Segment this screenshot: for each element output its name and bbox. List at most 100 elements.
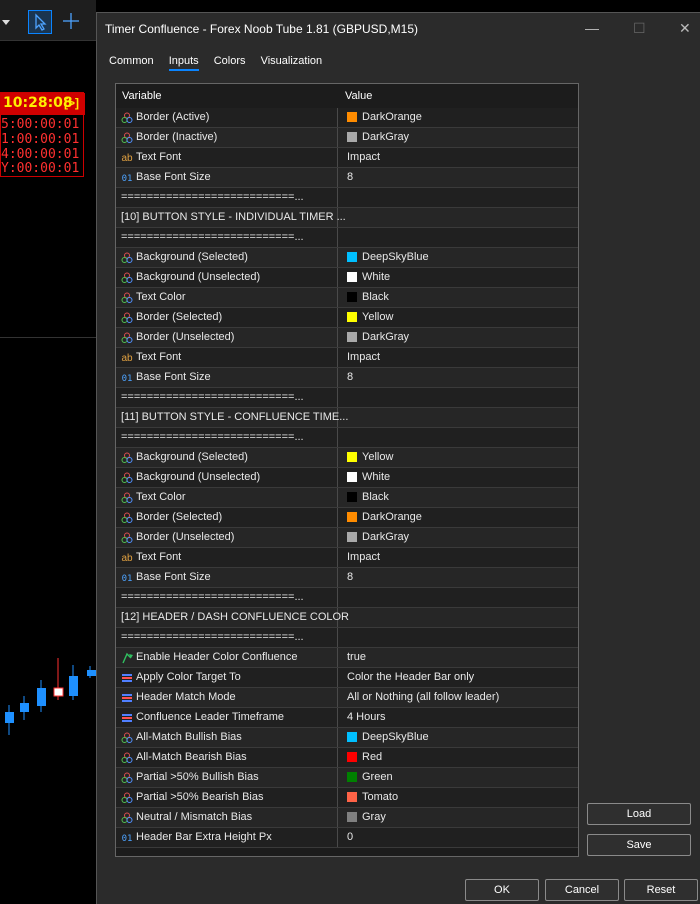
input-row[interactable]: Background (Selected) DeepSkyBlue <box>116 248 578 268</box>
value-cell[interactable]: Impact <box>343 348 573 367</box>
input-row[interactable]: ab Text Font Impact <box>116 148 578 168</box>
value-cell[interactable]: Tomato <box>343 788 573 807</box>
input-row[interactable]: 01 Base Font Size 8 <box>116 368 578 388</box>
enum-type-icon <box>121 712 133 724</box>
value-cell[interactable]: Yellow <box>343 308 573 327</box>
crosshair-tool-icon[interactable] <box>60 10 84 34</box>
value-cell[interactable] <box>343 608 573 627</box>
value-cell[interactable]: Gray <box>343 808 573 827</box>
input-row[interactable]: ab Text Font Impact <box>116 548 578 568</box>
color-swatch <box>347 732 357 742</box>
input-row[interactable]: Background (Unselected) White <box>116 268 578 288</box>
value-cell[interactable] <box>343 428 573 447</box>
input-row[interactable]: Border (Inactive) DarkGray <box>116 128 578 148</box>
variable-label: ===========================... <box>121 591 304 603</box>
chart-area[interactable]: 10:28:08 [>] 5:00:00:01 1:00:00:01 4:00:… <box>0 0 96 904</box>
input-row[interactable]: Border (Unselected) DarkGray <box>116 528 578 548</box>
value-cell[interactable]: true <box>343 648 573 667</box>
value-cell[interactable]: DarkOrange <box>343 108 573 127</box>
close-button[interactable]: ✕ <box>679 20 691 37</box>
ok-button[interactable]: OK <box>465 879 539 901</box>
dialog-titlebar[interactable]: Timer Confluence - Forex Noob Tube 1.81 … <box>97 13 700 45</box>
input-row[interactable]: 01 Header Bar Extra Height Px 0 <box>116 828 578 848</box>
value-cell[interactable]: DeepSkyBlue <box>343 248 573 267</box>
input-row[interactable]: All-Match Bullish Bias DeepSkyBlue <box>116 728 578 748</box>
input-row[interactable]: ab Text Font Impact <box>116 348 578 368</box>
minimize-button[interactable]: — <box>585 20 599 36</box>
value-cell[interactable]: DarkGray <box>343 128 573 147</box>
value-cell[interactable] <box>343 588 573 607</box>
input-row[interactable]: Partial >50% Bearish Bias Tomato <box>116 788 578 808</box>
input-row[interactable]: Enable Header Color Confluence true <box>116 648 578 668</box>
input-row[interactable]: [10] BUTTON STYLE - INDIVIDUAL TIMER ... <box>116 208 578 228</box>
value-cell[interactable]: Impact <box>343 148 573 167</box>
input-row[interactable]: ===========================... <box>116 188 578 208</box>
value-cell[interactable]: White <box>343 468 573 487</box>
input-row[interactable]: All-Match Bearish Bias Red <box>116 748 578 768</box>
value-cell[interactable] <box>343 228 573 247</box>
value-cell[interactable] <box>343 208 573 227</box>
value-cell[interactable]: Yellow <box>343 448 573 467</box>
tab-visualization[interactable]: Visualization <box>261 53 323 69</box>
input-row[interactable]: 01 Base Font Size 8 <box>116 168 578 188</box>
value-cell[interactable]: 8 <box>343 568 573 587</box>
input-row[interactable]: Text Color Black <box>116 288 578 308</box>
input-row[interactable]: 01 Base Font Size 8 <box>116 568 578 588</box>
value-cell[interactable]: Black <box>343 288 573 307</box>
input-row[interactable]: Header Match Mode All or Nothing (all fol… <box>116 688 578 708</box>
value-cell[interactable]: DarkGray <box>343 328 573 347</box>
value-cell[interactable]: Color the Header Bar only <box>343 668 573 687</box>
value-cell[interactable]: Red <box>343 748 573 767</box>
value-cell[interactable]: Impact <box>343 548 573 567</box>
value-cell[interactable]: Green <box>343 768 573 787</box>
value-cell[interactable]: All or Nothing (all follow leader) <box>343 688 573 707</box>
input-row[interactable]: Apply Color Target To Color the Header Ba… <box>116 668 578 688</box>
input-row[interactable]: ===========================... <box>116 388 578 408</box>
input-row[interactable]: Border (Selected) DarkOrange <box>116 508 578 528</box>
input-row[interactable]: ===========================... <box>116 228 578 248</box>
column-header-variable[interactable]: Variable <box>122 90 162 102</box>
tab-colors[interactable]: Colors <box>214 53 246 69</box>
value-cell[interactable] <box>343 408 573 427</box>
tab-common[interactable]: Common <box>109 53 154 69</box>
value-cell[interactable] <box>343 388 573 407</box>
input-row[interactable]: ===========================... <box>116 628 578 648</box>
value-cell[interactable]: 8 <box>343 368 573 387</box>
value-cell[interactable]: DarkGray <box>343 528 573 547</box>
input-row[interactable]: ===========================... <box>116 428 578 448</box>
dropdown-arrow-icon[interactable] <box>0 12 12 36</box>
input-row[interactable]: Border (Active) DarkOrange <box>116 108 578 128</box>
load-button[interactable]: Load <box>587 803 691 825</box>
variable-cell: Partial >50% Bearish Bias <box>119 788 338 807</box>
cursor-tool-icon[interactable] <box>28 10 52 34</box>
value-cell[interactable]: 8 <box>343 168 573 187</box>
save-button[interactable]: Save <box>587 834 691 856</box>
tab-inputs[interactable]: Inputs <box>168 53 199 71</box>
column-header-value[interactable]: Value <box>345 90 372 102</box>
maximize-button[interactable]: ☐ <box>633 20 646 37</box>
value-cell[interactable]: White <box>343 268 573 287</box>
input-row[interactable]: ===========================... <box>116 588 578 608</box>
input-row[interactable]: Border (Unselected) DarkGray <box>116 328 578 348</box>
input-row[interactable]: [12] HEADER / DASH CONFLUENCE COLOR <box>116 608 578 628</box>
timer-toggle-button[interactable]: [>] <box>64 96 79 110</box>
value-cell[interactable] <box>343 628 573 647</box>
color-swatch <box>347 332 357 342</box>
input-row[interactable]: Partial >50% Bullish Bias Green <box>116 768 578 788</box>
value-cell[interactable]: 0 <box>343 828 573 847</box>
color-swatch <box>347 752 357 762</box>
input-row[interactable]: Background (Selected) Yellow <box>116 448 578 468</box>
input-row[interactable]: Background (Unselected) White <box>116 468 578 488</box>
input-row[interactable]: [11] BUTTON STYLE - CONFLUENCE TIME... <box>116 408 578 428</box>
value-cell[interactable] <box>343 188 573 207</box>
value-cell[interactable]: 4 Hours <box>343 708 573 727</box>
input-row[interactable]: Border (Selected) Yellow <box>116 308 578 328</box>
cancel-button[interactable]: Cancel <box>545 879 619 901</box>
input-row[interactable]: Text Color Black <box>116 488 578 508</box>
reset-button[interactable]: Reset <box>624 879 698 901</box>
value-cell[interactable]: Black <box>343 488 573 507</box>
value-cell[interactable]: DeepSkyBlue <box>343 728 573 747</box>
input-row[interactable]: Neutral / Mismatch Bias Gray <box>116 808 578 828</box>
input-row[interactable]: Confluence Leader Timeframe 4 Hours <box>116 708 578 728</box>
value-cell[interactable]: DarkOrange <box>343 508 573 527</box>
